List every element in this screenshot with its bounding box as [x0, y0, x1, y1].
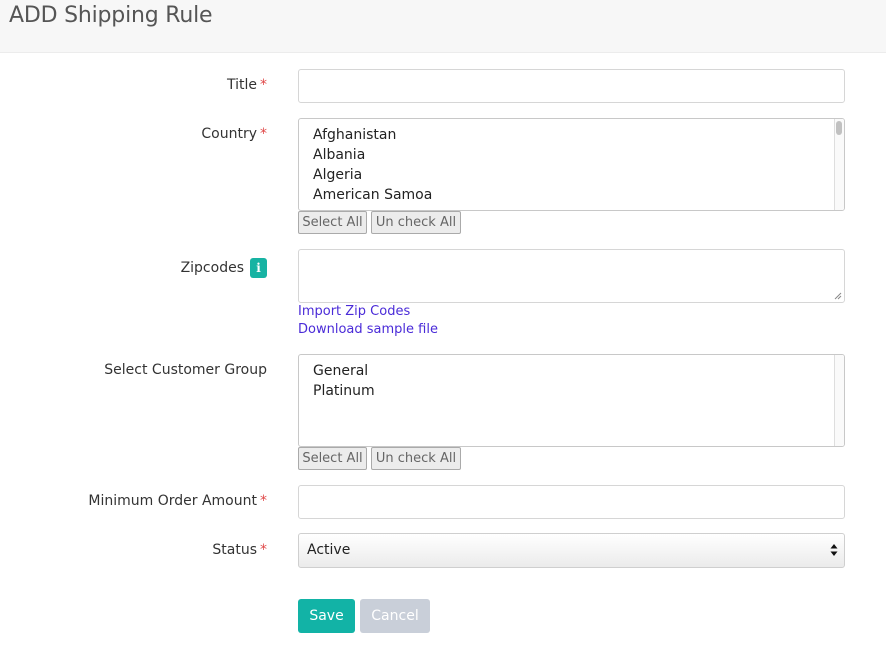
- status-select[interactable]: Active: [298, 533, 845, 568]
- country-uncheck-all-button[interactable]: Un check All: [371, 211, 461, 234]
- page-header: ADD Shipping Rule: [0, 0, 886, 53]
- customer-group-multiselect[interactable]: General Platinum: [298, 354, 845, 447]
- min-order-label-text: Minimum Order Amount: [88, 493, 257, 509]
- status-selected-value: Active: [307, 542, 351, 558]
- customer-group-option[interactable]: General: [313, 363, 368, 379]
- title-label-text: Title: [226, 77, 257, 93]
- title-input[interactable]: [298, 69, 845, 103]
- country-scroll-thumb[interactable]: [836, 121, 842, 135]
- customer-group-label: Select Customer Group: [104, 362, 267, 378]
- country-option[interactable]: Algeria: [313, 167, 362, 183]
- zipcodes-label: Zipcodes i: [181, 258, 267, 278]
- customer-group-uncheck-all-button[interactable]: Un check All: [371, 447, 461, 470]
- country-label-text: Country: [201, 126, 257, 142]
- min-order-amount-input[interactable]: [298, 485, 845, 519]
- required-asterisk: *: [260, 77, 267, 93]
- required-asterisk: *: [260, 126, 267, 142]
- download-sample-file-link[interactable]: Download sample file: [298, 322, 438, 337]
- country-multiselect[interactable]: Afghanistan Albania Algeria American Sam…: [298, 118, 845, 211]
- country-option[interactable]: Albania: [313, 147, 365, 163]
- min-order-label: Minimum Order Amount *: [88, 493, 267, 509]
- country-option[interactable]: American Samoa: [313, 187, 432, 203]
- zipcodes-textarea[interactable]: [298, 249, 845, 303]
- resize-grip-icon[interactable]: [834, 292, 842, 300]
- zipcodes-label-text: Zipcodes: [180, 260, 244, 276]
- customer-group-select-all-button[interactable]: Select All: [298, 447, 367, 470]
- save-button[interactable]: Save: [298, 599, 355, 633]
- country-option[interactable]: Afghanistan: [313, 127, 396, 143]
- country-label: Country *: [201, 126, 267, 142]
- status-label-text: Status: [212, 542, 257, 558]
- title-label: Title *: [227, 77, 267, 93]
- country-scrollbar[interactable]: [834, 119, 844, 210]
- import-zip-codes-link[interactable]: Import Zip Codes: [298, 304, 410, 319]
- required-asterisk: *: [260, 493, 267, 509]
- country-select-all-button[interactable]: Select All: [298, 211, 367, 234]
- page-title: ADD Shipping Rule: [9, 3, 213, 28]
- select-arrows-icon: [830, 544, 838, 556]
- status-label: Status *: [212, 542, 267, 558]
- required-asterisk: *: [260, 542, 267, 558]
- customer-group-scrollbar[interactable]: [834, 355, 844, 446]
- cancel-button[interactable]: Cancel: [360, 599, 430, 633]
- info-icon[interactable]: i: [250, 258, 267, 278]
- customer-group-label-text: Select Customer Group: [104, 362, 267, 378]
- customer-group-option[interactable]: Platinum: [313, 383, 375, 399]
